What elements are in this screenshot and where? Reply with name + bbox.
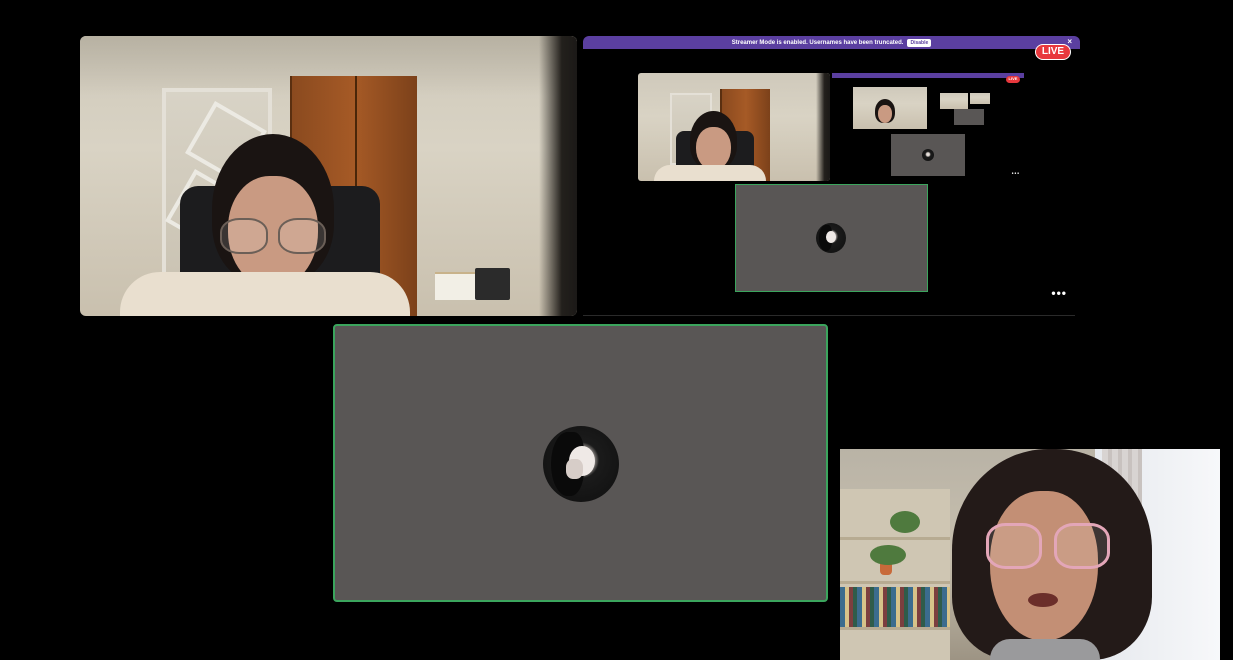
participant-2-avatar bbox=[543, 426, 619, 502]
video-tile-participant-1[interactable] bbox=[80, 36, 577, 316]
person-face bbox=[696, 127, 731, 170]
shared-person bbox=[638, 73, 830, 181]
nested-more-options-icon: ••• bbox=[1011, 171, 1020, 177]
video-tile-participant-3[interactable] bbox=[840, 449, 1220, 660]
nested-webcam-thumbnail bbox=[853, 87, 927, 129]
person-mouth bbox=[1028, 593, 1058, 607]
person-glasses-left bbox=[986, 523, 1042, 569]
wall-shadow bbox=[816, 73, 830, 181]
disable-streamer-mode-button[interactable]: Disable bbox=[907, 38, 932, 47]
person-glasses-right bbox=[278, 218, 326, 254]
more-options-icon[interactable]: ••• bbox=[1051, 286, 1067, 300]
nested-avatar-tile bbox=[891, 134, 965, 176]
nested-streamer-bar bbox=[832, 73, 1024, 78]
shared-webcam-thumbnail bbox=[638, 73, 830, 181]
nested-nested-share bbox=[932, 87, 1006, 129]
avatar-face bbox=[826, 230, 837, 243]
participant-3-person bbox=[840, 449, 1220, 660]
shared-avatar-tile bbox=[735, 184, 928, 292]
shared-nested-share: LIVE ••• bbox=[832, 73, 1024, 181]
person-glasses-right bbox=[1054, 523, 1110, 569]
screen-share-tile[interactable]: Streamer Mode is enabled. Usernames have… bbox=[583, 36, 1080, 316]
person-glasses-left bbox=[220, 218, 268, 254]
person-sweater bbox=[120, 272, 410, 316]
deep-webcam-thumbnail bbox=[970, 93, 990, 104]
video-tile-participant-2[interactable] bbox=[333, 324, 828, 602]
person-shirt bbox=[990, 639, 1100, 660]
streamer-mode-bar: Streamer Mode is enabled. Usernames have… bbox=[583, 36, 1080, 49]
live-badge: LIVE bbox=[1035, 44, 1071, 60]
wall-shadow bbox=[539, 36, 577, 316]
person-face bbox=[878, 105, 892, 123]
deep-webcam-thumbnail bbox=[940, 93, 968, 109]
nested-avatar-image bbox=[922, 149, 934, 161]
participant-1-person bbox=[80, 36, 577, 316]
call-stage: Streamer Mode is enabled. Usernames have… bbox=[0, 0, 1233, 660]
close-icon[interactable]: × bbox=[1067, 37, 1072, 46]
shared-avatar-image bbox=[816, 223, 846, 253]
avatar-hand bbox=[565, 459, 583, 480]
person-sweater bbox=[654, 165, 766, 181]
streamer-mode-text: Streamer Mode is enabled. Usernames have… bbox=[731, 39, 904, 46]
deep-avatar-tile bbox=[954, 109, 984, 125]
share-bottom-divider bbox=[583, 315, 1075, 316]
nested-live-badge: LIVE bbox=[1006, 76, 1020, 83]
nested-person bbox=[853, 87, 927, 129]
